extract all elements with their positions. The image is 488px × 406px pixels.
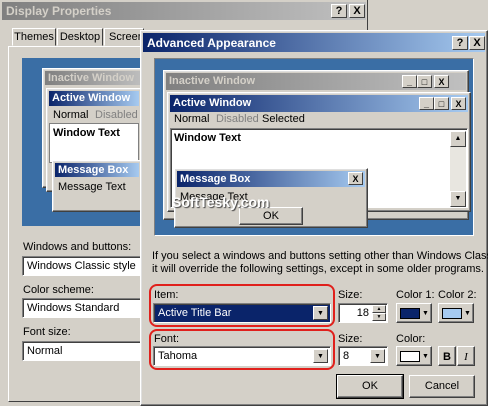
italic-button[interactable]: I bbox=[457, 346, 475, 366]
help-button[interactable]: ? bbox=[452, 36, 468, 50]
inactive-title: Inactive Window bbox=[169, 75, 256, 87]
info-text-line-2: it will override the following settings,… bbox=[152, 263, 484, 275]
bg-menu-normal: Normal bbox=[53, 109, 89, 121]
active-title: Active Window bbox=[173, 97, 252, 109]
chevron-down-icon[interactable]: ▼ bbox=[313, 349, 328, 363]
chevron-down-icon[interactable]: ▼ bbox=[313, 306, 328, 320]
font-size-label: Font size: bbox=[23, 326, 71, 338]
color-scheme-select[interactable]: Windows Standard bbox=[22, 298, 142, 318]
tab-desktop[interactable]: Desktop bbox=[57, 28, 103, 46]
advanced-appearance-titlebar: Advanced Appearance bbox=[143, 33, 485, 52]
watermark: SoftTesky.com bbox=[172, 194, 270, 210]
maximize-icon: □ bbox=[434, 97, 449, 110]
chevron-down-icon: ▼ bbox=[422, 353, 429, 360]
cancel-button[interactable]: Cancel bbox=[409, 375, 475, 398]
font-value: Tahoma bbox=[158, 350, 198, 362]
bg-active-title: Active Window bbox=[52, 92, 131, 104]
menu-disabled[interactable]: Disabled bbox=[216, 113, 259, 125]
font-label: Font: bbox=[154, 333, 180, 345]
scroll-down-icon[interactable]: ▼ bbox=[450, 191, 466, 207]
close-icon: X bbox=[434, 75, 449, 88]
minimize-icon: _ bbox=[402, 75, 417, 88]
close-button[interactable]: X bbox=[349, 4, 365, 18]
bg-inactive-title: Inactive Window bbox=[48, 72, 135, 84]
tab-themes[interactable]: Themes bbox=[12, 28, 56, 46]
advanced-appearance-title: Advanced Appearance bbox=[147, 36, 276, 50]
font-size-value: 8 bbox=[343, 350, 350, 362]
color1-label: Color 1: bbox=[396, 289, 435, 301]
bg-active-titlebar: Active Window bbox=[49, 91, 139, 106]
color2-label: Color 2: bbox=[438, 289, 477, 301]
size-spin-down-icon[interactable]: ▼ bbox=[372, 313, 386, 321]
display-properties-titlebar: Display Properties bbox=[2, 2, 366, 20]
bg-msgbox-titlebar: Message Box bbox=[55, 163, 139, 177]
tab-screen-saver[interactable]: Screen bbox=[104, 28, 144, 46]
scroll-up-icon[interactable]: ▲ bbox=[450, 131, 466, 147]
font-size-select[interactable]: 8 ▼ bbox=[338, 346, 388, 366]
windows-buttons-select[interactable]: Windows Classic style bbox=[22, 256, 142, 276]
info-text-line-1: If you select a windows and buttons sett… bbox=[152, 250, 488, 262]
size-value: 18 bbox=[356, 307, 369, 319]
bg-inactive-titlebar: Inactive Window bbox=[45, 71, 145, 85]
close-icon: X bbox=[348, 172, 363, 185]
font-color-picker[interactable]: ▼ bbox=[396, 346, 432, 366]
color2-swatch bbox=[442, 308, 462, 319]
font-select[interactable]: Tahoma ▼ bbox=[153, 346, 331, 366]
bold-button[interactable]: B bbox=[438, 346, 456, 366]
color-scheme-value: Windows Standard bbox=[27, 302, 120, 314]
chevron-down-icon[interactable]: ▼ bbox=[370, 349, 385, 363]
maximize-icon: □ bbox=[417, 75, 432, 88]
size-label: Size: bbox=[338, 289, 363, 301]
menu-selected[interactable]: Selected bbox=[262, 113, 305, 125]
bg-msgbox-title: Message Box bbox=[58, 164, 129, 176]
bg-window-text: Window Text bbox=[53, 127, 120, 139]
close-icon: X bbox=[451, 97, 466, 110]
window-text: Window Text bbox=[174, 132, 241, 144]
color1-swatch bbox=[400, 308, 420, 319]
font-size-value: Normal bbox=[27, 345, 63, 357]
size-spin-up-icon[interactable]: ▲ bbox=[372, 305, 386, 313]
close-button[interactable]: X bbox=[469, 36, 485, 50]
chevron-down-icon: ▼ bbox=[464, 310, 471, 317]
minimize-icon: _ bbox=[419, 97, 434, 110]
bg-menu-disabled: Disabled bbox=[95, 109, 138, 121]
msgbox-title: Message Box bbox=[180, 173, 251, 185]
item-select[interactable]: Active Title Bar ▼ bbox=[153, 303, 331, 323]
font-size-label: Size: bbox=[338, 333, 363, 345]
item-label: Item: bbox=[154, 289, 179, 301]
color2-picker[interactable]: ▼ bbox=[438, 303, 474, 323]
menu-normal[interactable]: Normal bbox=[174, 113, 209, 125]
bg-msgbox-text: Message Text bbox=[58, 181, 126, 193]
color1-picker[interactable]: ▼ bbox=[396, 303, 432, 323]
item-value: Active Title Bar bbox=[158, 307, 232, 319]
color-scheme-label: Color scheme: bbox=[23, 284, 94, 296]
msgbox-titlebar: Message Box bbox=[177, 171, 365, 187]
ok-button[interactable]: OK bbox=[336, 374, 404, 399]
windows-buttons-label: Windows and buttons: bbox=[23, 241, 132, 253]
font-color-swatch bbox=[400, 351, 420, 362]
display-properties-title: Display Properties bbox=[6, 4, 112, 18]
font-color-label: Color: bbox=[396, 333, 426, 345]
windows-buttons-value: Windows Classic style bbox=[27, 260, 136, 272]
chevron-down-icon: ▼ bbox=[422, 310, 429, 317]
help-button[interactable]: ? bbox=[331, 4, 347, 18]
font-size-select[interactable]: Normal bbox=[22, 341, 142, 361]
